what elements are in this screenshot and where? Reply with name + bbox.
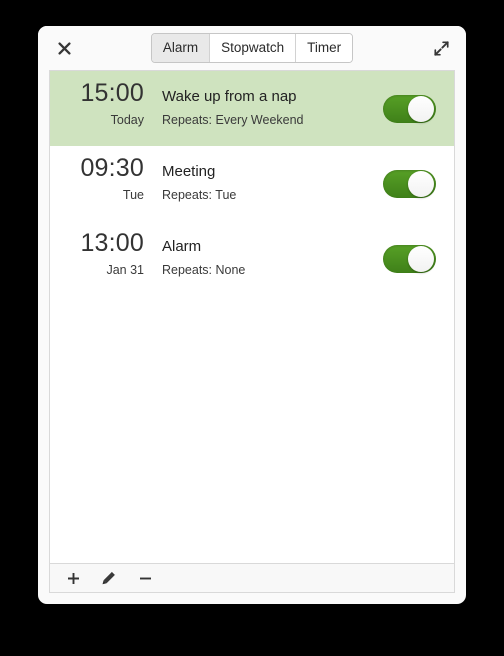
toggle-knob [408,245,434,272]
alarm-repeats: Repeats: None [162,263,246,277]
alarm-date: Today [110,113,144,127]
alarm-time: 09:30 [80,154,144,182]
alarm-primary-line: 13:00 Alarm [64,231,383,261]
alarm-row[interactable]: 15:00 Wake up from a nap Today Repeats: … [50,71,454,146]
alarm-secondary-line: Jan 31 Repeats: None [64,264,383,286]
tab-stopwatch[interactable]: Stopwatch [210,33,297,63]
alarm-toggle[interactable] [383,169,436,198]
alarm-time: 13:00 [80,229,144,257]
alarm-secondary-line: Today Repeats: Every Weekend [64,114,383,136]
bottom-toolbar [49,563,455,593]
remove-alarm-button[interactable] [134,567,156,589]
pencil-icon [101,570,117,586]
alarm-toggle[interactable] [383,94,436,123]
close-icon [57,41,71,55]
plus-icon [66,571,81,586]
alarm-label: Alarm [162,238,202,255]
alarm-label: Wake up from a nap [162,88,297,105]
toggle-knob [408,170,434,197]
expand-icon [433,40,449,56]
alarm-primary-line: 09:30 Meeting [64,156,383,186]
alarm-text-block: 13:00 Alarm Jan 31 Repeats: None [50,231,383,286]
alarm-time: 15:00 [80,79,144,107]
tab-alarm[interactable]: Alarm [151,33,211,63]
edit-alarm-button[interactable] [98,567,120,589]
alarm-repeats: Repeats: Tue [162,188,237,202]
alarm-row[interactable]: 13:00 Alarm Jan 31 Repeats: None [50,221,454,296]
tab-timer[interactable]: Timer [296,33,353,63]
alarm-date: Tue [122,188,144,202]
alarm-primary-line: 15:00 Wake up from a nap [64,81,383,111]
alarm-toggle[interactable] [383,244,436,273]
close-button[interactable] [50,26,78,70]
alarm-label: Meeting [162,163,216,180]
alarm-date: Jan 31 [106,263,144,277]
alarm-text-block: 09:30 Meeting Tue Repeats: Tue [50,156,383,211]
alarm-repeats: Repeats: Every Weekend [162,113,304,127]
tab-group: Alarm Stopwatch Timer [150,32,354,64]
alarm-row[interactable]: 09:30 Meeting Tue Repeats: Tue [50,146,454,221]
expand-button[interactable] [427,26,455,70]
add-alarm-button[interactable] [62,567,84,589]
alarm-secondary-line: Tue Repeats: Tue [64,189,383,211]
alarm-text-block: 15:00 Wake up from a nap Today Repeats: … [50,81,383,136]
toggle-knob [408,95,434,122]
clock-app-window: Alarm Stopwatch Timer 15:00 Wake up from… [38,26,466,604]
minus-icon [138,571,153,586]
alarm-list: 15:00 Wake up from a nap Today Repeats: … [49,70,455,563]
titlebar: Alarm Stopwatch Timer [38,26,466,70]
